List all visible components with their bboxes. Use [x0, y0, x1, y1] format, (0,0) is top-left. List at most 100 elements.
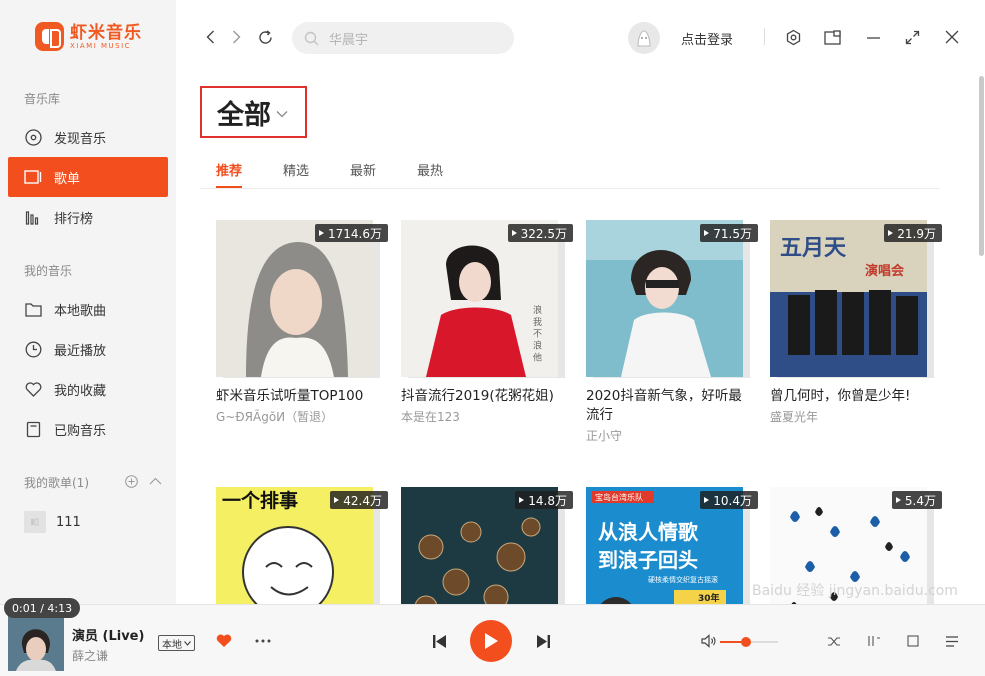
song-artist[interactable]: 薛之谦: [72, 647, 108, 664]
sidebar-playlist-label: 111: [56, 514, 81, 530]
category-dropdown[interactable]: 全部: [200, 86, 307, 138]
play-count-badge: 14.8万: [515, 491, 573, 509]
sidebar-playlist-item[interactable]: 111: [24, 511, 81, 533]
playlist-author[interactable]: 本是在123: [401, 408, 577, 425]
playlist-title[interactable]: 曾几何时，你曾是少年!: [770, 387, 935, 406]
sidebar-item-label: 歌单: [54, 171, 81, 187]
play-button[interactable]: [470, 620, 512, 662]
tab-newest[interactable]: 最新: [350, 160, 376, 188]
play-count-badge: 5.4万: [891, 491, 942, 509]
maximize-icon[interactable]: [903, 28, 921, 46]
player-bar: 演员 (Live) 薛之谦 本地: [0, 604, 985, 676]
sidebar-item-label: 我的收藏: [54, 383, 107, 399]
collapse-chevron-icon[interactable]: [148, 476, 162, 486]
section-title-library: 音乐库: [24, 92, 61, 106]
scrollbar[interactable]: [977, 76, 985, 604]
volume-knob[interactable]: [741, 637, 752, 647]
play-count-badge: 10.4万: [700, 491, 758, 509]
sidebar-item-purchased[interactable]: 已购音乐: [8, 409, 168, 449]
sidebar-item-favorites[interactable]: 我的收藏: [8, 369, 168, 409]
tab-recommended[interactable]: 推荐: [216, 160, 243, 188]
playlist-cover[interactable]: [586, 220, 743, 377]
sidebar-item-local-songs[interactable]: 本地歌曲: [8, 289, 168, 329]
sidebar-item-charts[interactable]: 排行榜: [8, 197, 168, 237]
shuffle-icon[interactable]: [826, 633, 842, 649]
playlist-author[interactable]: G~ÐЯÃgõИ（暂退）: [216, 408, 392, 425]
desktop-lyrics-icon[interactable]: [905, 633, 921, 649]
tab-divider: [200, 188, 940, 189]
play-triangle-icon: [895, 497, 901, 503]
playlist-title[interactable]: 2020抖音新气象，好听最流行: [586, 387, 751, 425]
cover-text: 一个排事: [222, 489, 298, 512]
purchased-icon: [24, 420, 42, 438]
xiami-logo-icon: [35, 22, 64, 51]
song-title[interactable]: 演员 (Live): [72, 625, 144, 644]
sidebar-item-label: 排行榜: [54, 211, 94, 227]
playlist-cover[interactable]: 浪 我 不 浪 他: [401, 220, 558, 377]
favorite-heart-icon[interactable]: [215, 633, 233, 649]
app-logo[interactable]: 虾米音乐 XIAMI MUSIC: [35, 22, 142, 51]
tab-hottest[interactable]: 最热: [417, 160, 443, 188]
settings-icon[interactable]: [784, 28, 802, 46]
playlist-cover[interactable]: 五月天 演唱会: [770, 220, 927, 377]
avatar[interactable]: [628, 22, 660, 54]
playlist-thumb-icon: [24, 511, 46, 533]
sidebar: 虾米音乐 XIAMI MUSIC 音乐库 发现音乐 歌单 排行榜 我的音乐 本地…: [0, 0, 176, 604]
logo-text-cn: 虾米音乐: [70, 22, 142, 43]
refresh-icon[interactable]: [256, 28, 274, 46]
cover-text: 硬核柔情交织复古摇滚: [648, 575, 718, 584]
playlist-card[interactable]: 宝岛台湾乐队 从浪人情歌 到浪子回头 硬核柔情交织复古摇滚 30年 10.4万: [586, 487, 762, 604]
playlist-title[interactable]: 虾米音乐试听量TOP100: [216, 387, 381, 406]
playlist-title[interactable]: 抖音流行2019(花粥花姐): [401, 387, 566, 406]
forward-arrow-icon[interactable]: [228, 29, 244, 45]
quality-label: 本地: [162, 639, 182, 651]
playlist-card[interactable]: 五月天 演唱会 21.9万 曾几何时，你曾是少年! 盛夏光年: [770, 220, 946, 425]
user-avatar-icon: [637, 30, 651, 47]
search-placeholder: 华晨宇: [329, 32, 369, 48]
playlist-card[interactable]: 浪 我 不 浪 他 322.5万 抖音流行2019(花粥花姐) 本是在123: [401, 220, 577, 425]
section-title-my-music: 我的音乐: [24, 264, 73, 278]
tab-featured[interactable]: 精选: [283, 160, 309, 188]
category-title: 全部: [217, 99, 271, 131]
playlist-queue-icon[interactable]: [944, 633, 960, 649]
disc-icon: [24, 128, 42, 146]
play-count-badge: 71.5万: [700, 224, 758, 242]
sidebar-item-label: 本地歌曲: [54, 303, 107, 319]
playlist-card[interactable]: 1714.6万 虾米音乐试听量TOP100 G~ÐЯÃgõИ（暂退）: [216, 220, 392, 425]
chevron-down-icon: [184, 640, 191, 646]
add-playlist-icon[interactable]: [124, 474, 138, 488]
previous-track-icon[interactable]: [430, 632, 448, 650]
quality-dropdown[interactable]: 本地: [158, 635, 195, 651]
play-triangle-icon: [334, 497, 340, 503]
play-count-badge: 1714.6万: [315, 224, 388, 242]
playlist-card[interactable]: 一个排事 42.4万: [216, 487, 392, 604]
chevron-down-icon: [276, 110, 288, 117]
clock-icon: [24, 340, 42, 358]
minimize-icon[interactable]: [864, 28, 882, 46]
more-options-icon[interactable]: [254, 633, 272, 649]
play-icon: [485, 633, 498, 649]
search-icon: [304, 31, 319, 45]
volume-icon[interactable]: [700, 633, 718, 649]
close-icon[interactable]: [943, 28, 961, 46]
lyrics-icon[interactable]: [866, 633, 882, 649]
search-input[interactable]: 华晨宇: [292, 22, 514, 54]
playlist-card[interactable]: 14.8万: [401, 487, 577, 604]
sidebar-item-label: 最近播放: [54, 343, 107, 359]
play-triangle-icon: [319, 230, 324, 236]
mini-mode-icon[interactable]: [823, 28, 841, 46]
sidebar-item-discover[interactable]: 发现音乐: [8, 117, 168, 157]
sidebar-item-recent[interactable]: 最近播放: [8, 329, 168, 369]
playlist-card[interactable]: 71.5万 2020抖音新气象，好听最流行 正小守: [586, 220, 762, 444]
scrollbar-thumb[interactable]: [979, 76, 984, 256]
back-arrow-icon[interactable]: [202, 29, 218, 45]
login-button[interactable]: 点击登录: [681, 29, 733, 48]
playlist-author[interactable]: 盛夏光年: [770, 408, 946, 425]
sidebar-item-playlists[interactable]: 歌单: [8, 157, 168, 197]
playlist-author[interactable]: 正小守: [586, 427, 762, 444]
volume-slider[interactable]: [720, 637, 778, 647]
playlist-cover[interactable]: [216, 220, 373, 377]
now-playing-cover[interactable]: [8, 615, 64, 671]
tab-bar: 推荐 精选 最新 最热: [216, 160, 484, 188]
next-track-icon[interactable]: [534, 632, 552, 650]
